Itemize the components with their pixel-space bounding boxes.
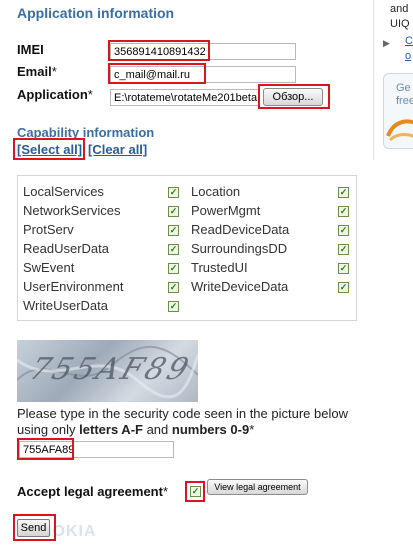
bullet-arrow-icon: ▶ xyxy=(383,38,390,48)
sidebar-divider xyxy=(373,0,374,160)
captcha-image: 755AF89 xyxy=(17,340,198,402)
capability-item-readuserdata: ReadUserData xyxy=(23,241,109,256)
imei-label: IMEI xyxy=(17,42,44,57)
capability-item-userenvironment: UserEnvironment xyxy=(23,279,124,294)
application-label: Application* xyxy=(17,87,93,102)
email-label: Email* xyxy=(17,64,57,79)
capability-item-location: Location xyxy=(191,184,241,199)
capability-item-swevent: SwEvent xyxy=(23,260,75,275)
checkbox-userenvironment[interactable]: ✓ xyxy=(168,282,179,293)
checkbox-powermgmt[interactable]: ✓ xyxy=(338,206,349,217)
signing-form: Application information IMEI 35689141089… xyxy=(0,0,372,550)
checkbox-localservices[interactable]: ✓ xyxy=(168,187,179,198)
security-code-highlight xyxy=(17,438,74,460)
capability-item-powermgmt: PowerMgmt xyxy=(191,203,261,218)
send-highlight xyxy=(13,514,56,541)
checkbox-readuserdata[interactable]: ✓ xyxy=(168,244,179,255)
checkbox-networkservices[interactable]: ✓ xyxy=(168,206,179,217)
capability-item-readdevicedata: ReadDeviceData xyxy=(191,222,290,237)
promo-swirl-icon xyxy=(386,119,413,142)
capability-item-writedevicedata: WriteDeviceData xyxy=(191,279,289,294)
select-all-highlight xyxy=(13,138,85,160)
capability-item-localservices: LocalServices xyxy=(23,184,104,199)
promo-text-2: free xyxy=(396,95,413,107)
checkbox-swevent[interactable]: ✓ xyxy=(168,263,179,274)
browse-highlight xyxy=(258,84,330,109)
view-legal-agreement-button[interactable]: View legal agreement xyxy=(207,479,308,495)
capability-item-trustedui: TrustedUI xyxy=(191,260,248,275)
checkbox-location[interactable]: ✓ xyxy=(338,187,349,198)
capability-item-networkservices: NetworkServices xyxy=(23,203,121,218)
sidebar-text-uiq: UIQ xyxy=(390,18,410,30)
imei-highlight xyxy=(108,40,210,61)
sidebar-text-and: and xyxy=(390,3,409,15)
legal-agreement-label: Accept legal agreement* xyxy=(17,484,169,499)
sidebar-link-2[interactable]: o xyxy=(405,50,411,62)
captcha-code: 755AF89 xyxy=(25,352,196,387)
promo-text-1: Ge xyxy=(396,82,411,94)
legal-checkbox-highlight xyxy=(185,481,205,502)
checkbox-protserv[interactable]: ✓ xyxy=(168,225,179,236)
application-file-input[interactable]: E:\rotateme\rotateMe201beta xyxy=(110,89,260,106)
clear-all-link[interactable]: [Clear all] xyxy=(88,142,147,157)
checkbox-readdevicedata[interactable]: ✓ xyxy=(338,225,349,236)
email-highlight xyxy=(108,63,206,84)
promo-banner[interactable]: Ge free xyxy=(383,73,413,149)
capability-item-surroundingsdd: SurroundingsDD xyxy=(191,241,288,256)
capability-item-writeuserdata: WriteUserData xyxy=(23,298,109,313)
checkbox-surroundingsdd[interactable]: ✓ xyxy=(338,244,349,255)
checkbox-trustedui[interactable]: ✓ xyxy=(338,263,349,274)
application-info-title: Application information xyxy=(17,5,175,21)
sidebar-link-1[interactable]: C xyxy=(405,35,413,47)
capability-item-protserv: ProtServ xyxy=(23,222,74,237)
checkbox-writedevicedata[interactable]: ✓ xyxy=(338,282,349,293)
checkbox-writeuserdata[interactable]: ✓ xyxy=(168,301,179,312)
security-instruction: Please type in the security code seen in… xyxy=(17,406,348,437)
